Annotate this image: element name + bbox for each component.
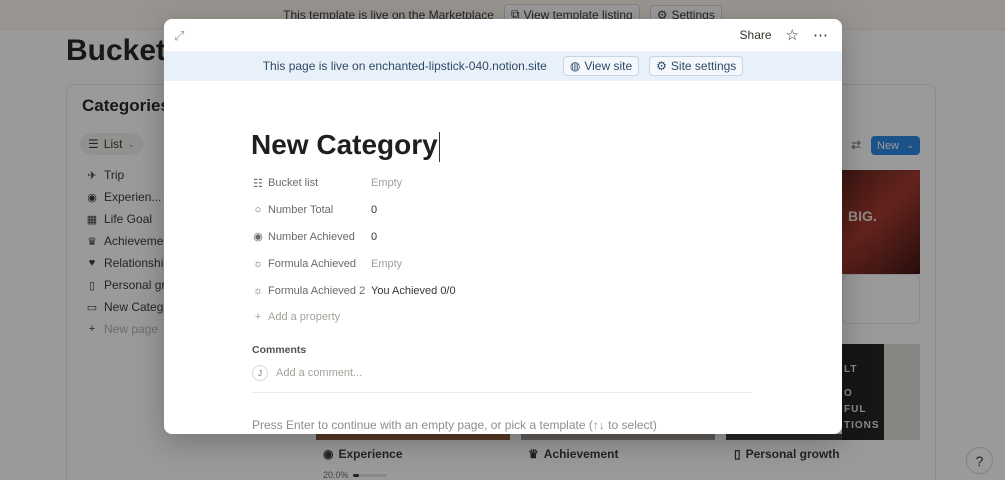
share-button[interactable]: Share (740, 28, 772, 42)
relation-icon: ☷ (253, 177, 263, 190)
property-row[interactable]: ☼ Formula Achieved Empty (252, 250, 752, 277)
page-title-input[interactable]: New Category (251, 129, 440, 162)
comment-placeholder: Add a comment... (276, 367, 363, 379)
comment-input[interactable]: J Add a comment... (252, 365, 752, 381)
property-row[interactable]: ☼ Formula Achieved 2 You Achieved 0/0 (252, 277, 752, 304)
check-circle-icon: ◉ (253, 231, 263, 244)
add-property-label: Add a property (268, 311, 341, 324)
circle-icon: ○ (254, 204, 262, 217)
view-site-label: View site (584, 59, 633, 73)
property-label: Bucket list (268, 177, 319, 190)
property-name: ☼ Formula Achieved (252, 258, 371, 270)
property-name: ☷ Bucket list (252, 177, 371, 190)
formula-icon: ☼ (252, 257, 264, 270)
property-name: ○ Number Total (252, 204, 371, 216)
property-name: + Add a property (252, 311, 371, 323)
site-settings-label: Site settings (670, 59, 737, 73)
property-row[interactable]: ○ Number Total 0 (252, 197, 752, 224)
site-live-banner: This page is live on enchanted-lipstick-… (164, 51, 842, 81)
property-value[interactable]: You Achieved 0/0 (371, 285, 456, 297)
star-icon[interactable]: ☆ (786, 26, 799, 44)
site-live-text: This page is live on enchanted-lipstick-… (262, 59, 547, 73)
property-value[interactable]: 0 (371, 231, 377, 243)
property-label: Number Achieved (268, 230, 355, 243)
property-list: ☷ Bucket list Empty ○ Number Total 0 ◉ N… (252, 170, 752, 331)
add-property-button[interactable]: + Add a property (252, 304, 752, 331)
plus-icon: + (254, 311, 262, 324)
property-row[interactable]: ☷ Bucket list Empty (252, 170, 752, 197)
property-name: ☼ Formula Achieved 2 (252, 285, 371, 297)
property-value[interactable]: Empty (371, 177, 402, 189)
property-label: Formula Achieved (268, 257, 357, 270)
site-settings-button[interactable]: ⚙ Site settings (649, 56, 744, 76)
template-hint: Press Enter to continue with an empty pa… (252, 418, 657, 432)
property-value[interactable]: Empty (371, 258, 402, 270)
gear-icon: ⚙ (656, 59, 667, 73)
more-icon[interactable]: ⋯ (813, 26, 828, 44)
modal-actions: Share ☆ ⋯ (740, 26, 828, 44)
view-site-button[interactable]: ◍ View site (562, 56, 640, 76)
avatar: J (252, 365, 268, 381)
property-label: Formula Achieved 2 (268, 284, 366, 297)
formula-icon: ☼ (252, 284, 264, 297)
property-name: ◉ Number Achieved (252, 230, 371, 244)
text-cursor (438, 131, 440, 162)
comments-heading: Comments (252, 344, 307, 356)
divider (252, 392, 752, 393)
page-peek-modal: ⤢ Share ☆ ⋯ This page is live on enchant… (164, 19, 842, 434)
property-label: Number Total (268, 204, 334, 217)
property-value[interactable]: 0 (371, 204, 377, 216)
property-row[interactable]: ◉ Number Achieved 0 (252, 224, 752, 251)
globe-icon: ◍ (569, 59, 581, 73)
expand-icon[interactable]: ⤢ (174, 28, 184, 44)
page-title-text: New Category (251, 129, 438, 160)
